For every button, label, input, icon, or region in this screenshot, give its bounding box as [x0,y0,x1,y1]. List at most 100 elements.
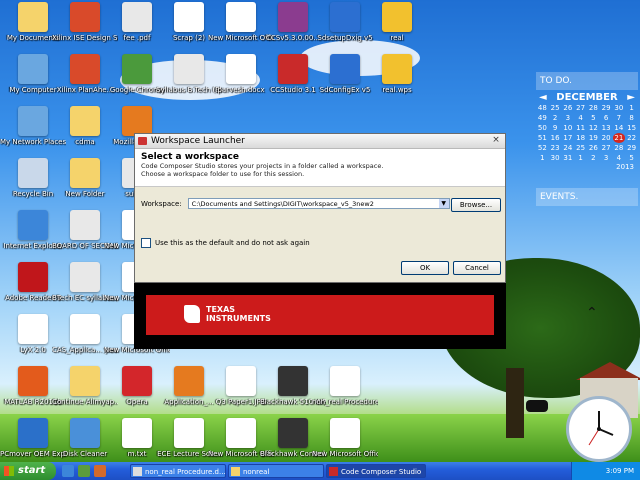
calendar-day[interactable]: 10 [562,123,575,133]
clock-face-icon [588,411,614,446]
wallpaper-deer [526,400,548,412]
calendar-day[interactable]: 29 [600,103,613,113]
calendar-day[interactable]: 9 [549,123,562,133]
calendar-day[interactable]: 27 [574,103,587,113]
ccs-icon [278,54,308,84]
desktop-icon-label: real [390,34,404,42]
quicklaunch-show-desktop-icon[interactable] [78,465,90,477]
desktop-icon[interactable]: non_real Procedure [312,366,378,426]
taskbar-task-label: non_real Procedure.d... [145,468,226,476]
calendar-day[interactable]: 22 [625,133,638,143]
calendar-day[interactable]: 11 [574,123,587,133]
desktop-icon[interactable]: real.wps [364,54,430,114]
calendar-next-icon[interactable]: ► [627,92,635,103]
calendar-day[interactable]: 20 [600,133,613,143]
taskbar-task-label: nonreal [243,468,270,476]
calendar-day[interactable]: 13 [600,123,613,133]
dialog-titlebar[interactable]: Workspace Launcher × [135,134,505,149]
calendar-day[interactable]: 24 [562,143,575,153]
browse-button[interactable]: Browse... [451,198,501,212]
calendar-day[interactable]: 6 [600,113,613,123]
calendar-week-number: 50 [537,124,547,132]
folder-icon [70,106,100,136]
calendar-week-row: 52 23 24 25 26 27 28 29 [536,143,638,153]
calendar-day[interactable]: 4 [613,153,626,163]
calendar-day[interactable]: 3 [562,113,575,123]
recycle-bin-icon [18,158,48,188]
calendar-day[interactable]: 26 [562,103,575,113]
calendar-day[interactable]: 14 [613,123,626,133]
calendar-day[interactable]: 17 [562,133,575,143]
pdf-icon [70,210,100,240]
calendar-day[interactable]: 5 [625,153,638,163]
calendar-day[interactable]: 26 [587,143,600,153]
ok-button[interactable]: OK [401,261,449,275]
folder-icon [231,467,240,476]
desktop-icon[interactable]: real [364,2,430,62]
analog-clock-widget [566,396,632,462]
taskbar-task[interactable]: non_real Procedure.d... [130,464,226,478]
calendar-day[interactable]: 27 [600,143,613,153]
calendar-day[interactable]: 18 [574,133,587,143]
calendar-day[interactable]: 7 [613,113,626,123]
workspace-combobox[interactable]: C:\Documents and Settings\DIGIT\workspac… [187,198,450,209]
ti-brand-line1: TEXAS [206,305,236,314]
calendar-week-number: 49 [537,114,547,122]
shortcut-icon [174,2,204,32]
calendar-day[interactable]: 12 [587,123,600,133]
calendar-day[interactable]: 21 [612,133,626,143]
calendar-day[interactable]: 28 [613,143,626,153]
events-widget-header: EVENTS. [536,188,638,206]
start-label: start [18,465,46,476]
installer-icon [330,2,360,32]
default-checkbox-row[interactable]: Use this as the default and do not ask a… [141,238,310,248]
calendar-day[interactable]: 28 [587,103,600,113]
tray-clock[interactable]: 3:09 PM [606,462,634,480]
calendar-day[interactable]: 30 [549,153,562,163]
calendar-day[interactable]: 5 [587,113,600,123]
calendar-day[interactable]: 4 [574,113,587,123]
folder-icon [70,366,100,396]
calendar-day[interactable]: 19 [587,133,600,143]
calendar-week-row: 50 9 10 11 12 13 14 15 [536,123,638,133]
dialog-description-line2: Choose a workspace folder to use for thi… [141,170,305,178]
installer-icon [330,54,360,84]
calendar-day[interactable]: 2 [549,113,562,123]
calendar-day[interactable]: 23 [549,143,562,153]
calendar-month: DECEMBER [556,92,618,103]
cancel-button[interactable]: Cancel [453,261,501,275]
taskbar-task[interactable]: nonreal [228,464,324,478]
workspace-value: C:\Documents and Settings\DIGIT\workspac… [191,200,374,208]
xilinx-icon [70,2,100,32]
close-icon[interactable]: × [490,135,502,146]
calendar-day[interactable]: 15 [625,123,638,133]
calendar-day[interactable]: 25 [574,143,587,153]
quicklaunch-media-icon[interactable] [94,465,106,477]
word-doc-icon [330,418,360,448]
calendar-day[interactable]: 31 [562,153,575,163]
ti-splash-banner: TEXAS INSTRUMENTS [146,295,494,335]
quicklaunch-ie-icon[interactable] [62,465,74,477]
calendar-prev-icon[interactable]: ◄ [539,92,547,103]
calendar-day[interactable]: 8 [625,113,638,123]
chevron-down-icon[interactable]: ▼ [438,199,449,208]
calendar-week-row: 49 2 3 4 5 6 7 8 [536,113,638,123]
calendar-day[interactable]: 29 [625,143,638,153]
calendar-day[interactable]: 30 [613,103,626,113]
calendar-day[interactable]: 16 [549,133,562,143]
ti-brand-text: TEXAS INSTRUMENTS [206,305,271,323]
windows-logo-icon [4,466,14,476]
pdf-icon [70,262,100,292]
calendar-day[interactable]: 1 [574,153,587,163]
calendar-day[interactable]: 1 [625,103,638,113]
taskbar-task-active[interactable]: Code Composer Studio [326,464,426,478]
default-checkbox[interactable] [141,238,151,248]
desktop-icon-label: New Microsoft Office Wor... [312,450,378,458]
wallpaper-bird: ⌃ [586,305,598,321]
calendar-day[interactable]: 3 [600,153,613,163]
workspace-launcher-window: Workspace Launcher × Select a workspace … [134,133,506,349]
calendar-day[interactable]: 2 [587,153,600,163]
desktop-icon-label: non_real Procedure [312,398,378,406]
calendar-day[interactable]: 25 [549,103,562,113]
start-button[interactable]: start [0,462,56,480]
